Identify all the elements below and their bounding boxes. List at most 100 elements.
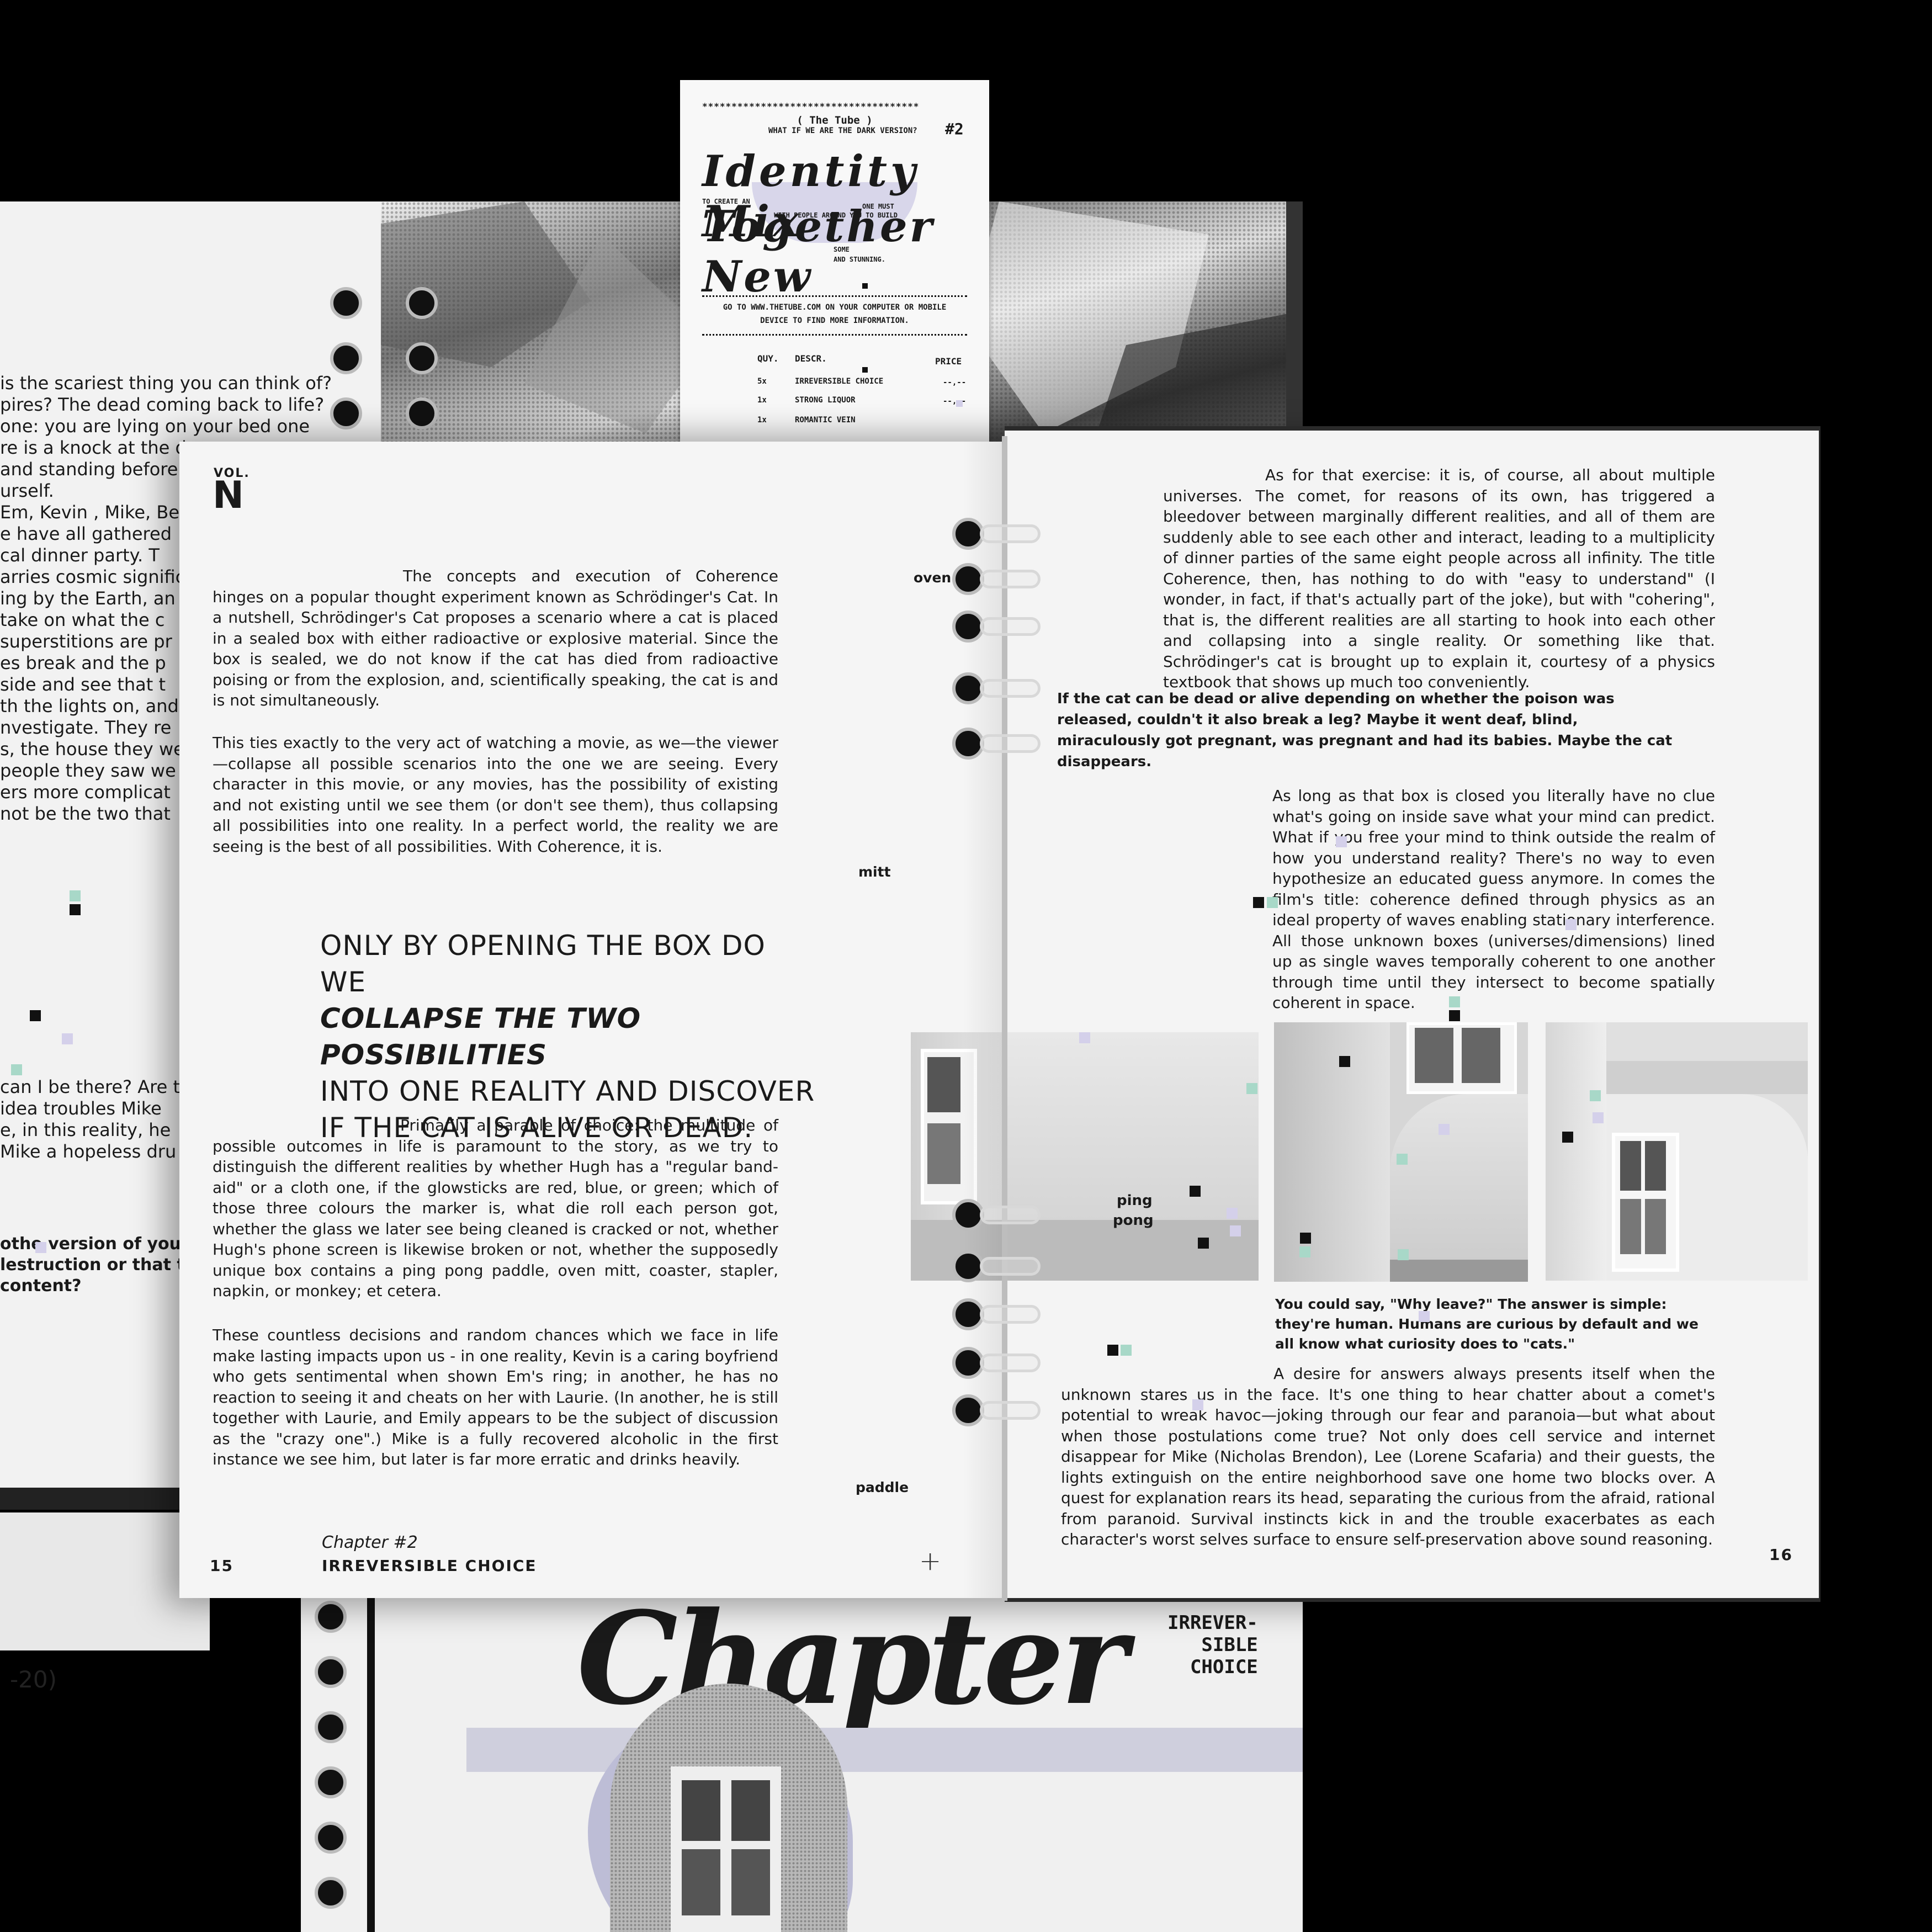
- pixel-accent: [1267, 897, 1278, 908]
- page15-para4: These countless decisions and random cha…: [213, 1326, 778, 1468]
- pixel-accent: [1299, 1246, 1310, 1257]
- left-book-line: is the scariest thing you can think of?: [0, 373, 332, 394]
- pixel-accent: [1246, 1083, 1257, 1094]
- receipt-small5: AND STUNNING.: [834, 256, 885, 263]
- margin-note-paddle: paddle: [856, 1479, 909, 1495]
- pixel-accent: [1398, 1249, 1409, 1260]
- receipt-question: WHAT IF WE ARE THE DARK VERSION?: [768, 126, 917, 135]
- pull-quote-line: COLLAPSE THE TWO POSSIBILITIES: [320, 1002, 641, 1071]
- receipt-row-qty: 1x: [757, 396, 767, 405]
- pull-quote-line: ONLY BY OPENING THE BOX DO WE: [320, 930, 766, 998]
- spine-clip: [980, 679, 1041, 698]
- left-book-line: one: you are lying on your bed one: [0, 416, 310, 437]
- pixel-accent: [1079, 1032, 1090, 1043]
- lower-book-band: [466, 1728, 1303, 1772]
- pixel-accent: [1439, 1124, 1450, 1135]
- spine-clip: [980, 1305, 1041, 1324]
- pixel-accent: [1198, 1238, 1209, 1249]
- lower-ring: [315, 1766, 347, 1798]
- pixel-accent: [1562, 1132, 1573, 1143]
- spine-clip: [980, 1401, 1041, 1420]
- receipt-header-descr: DESCR.: [795, 353, 827, 364]
- receipt-divider: [702, 334, 967, 336]
- receipt-pixel: [862, 367, 868, 373]
- spine-line: [1002, 436, 1007, 1601]
- margin-note-ping: ping: [1117, 1192, 1153, 1209]
- pixel-accent: [1590, 1090, 1601, 1101]
- left-book-line: pires? The dead coming back to life?: [0, 394, 325, 415]
- pixel-accent: [1121, 1345, 1132, 1356]
- receipt-row-desc: IRREVERSIBLE CHOICE: [795, 377, 884, 386]
- spine-clip: [980, 570, 1041, 588]
- back-ring: [406, 287, 438, 319]
- pull-quote: ONLY BY OPENING THE BOX DO WE COLLAPSE T…: [320, 927, 817, 1146]
- window-photo-3: [1546, 1022, 1808, 1281]
- lower-ring: [315, 1877, 347, 1909]
- receipt-row-qty: 5x: [757, 377, 767, 386]
- back-ring: [406, 397, 438, 429]
- pixel-accent: [1227, 1208, 1238, 1219]
- pixel-accent: [62, 1033, 73, 1044]
- page-number-16: 16: [1769, 1546, 1793, 1564]
- receipt-row-price: --,--: [943, 378, 967, 387]
- page-number-15: 15: [210, 1557, 233, 1575]
- back-ring: [330, 342, 362, 374]
- receipt-small3: WITH PEOPLE AROUND YOU TO BUILD: [774, 211, 898, 219]
- pixel-accent: [1230, 1225, 1241, 1236]
- spine-clip: [980, 734, 1041, 753]
- pixel-accent: [1107, 1345, 1118, 1356]
- page16-bold2: You could say, "Why leave?" The answer i…: [1275, 1296, 1699, 1352]
- spine-clip: [980, 617, 1041, 636]
- receipt-pixel: [862, 283, 868, 289]
- receipt-title: ( The Tube ): [797, 114, 873, 126]
- lower-ring: [315, 1656, 347, 1688]
- lower-book-side-label: IRREVER- SIBLE CHOICE: [1167, 1612, 1258, 1678]
- window-photo-2: [1274, 1022, 1528, 1282]
- pixel-accent: [1449, 1010, 1460, 1021]
- pixel-accent: [70, 904, 81, 915]
- receipt-header-qty: QUY.: [757, 353, 779, 364]
- spine-clip: [980, 524, 1041, 543]
- margin-note-mitt: mitt: [858, 864, 891, 880]
- back-ring: [406, 342, 438, 374]
- lower-book-spine-line: [367, 1590, 375, 1932]
- receipt-divider: [702, 295, 967, 297]
- receipt-pixel: [956, 400, 963, 407]
- page-15: VOL. N The concepts and execution of Coh…: [179, 442, 1005, 1598]
- pixel-accent: [1339, 1056, 1350, 1067]
- receipt-small2: ONE MUST: [862, 203, 894, 210]
- pixel-accent: [1253, 897, 1264, 908]
- receipt-stars: *************************************: [702, 101, 920, 112]
- lower-book-page: Chapter IRREVER- SIBLE CHOICE: [301, 1590, 1303, 1932]
- receipt-small1: TO CREATE AN: [702, 198, 750, 205]
- receipt-number: #2: [945, 120, 964, 138]
- page15-para1: The concepts and execution of Coherence …: [213, 567, 778, 709]
- lower-ring: [315, 1711, 347, 1743]
- page16-para1: As for that exercise: it is, of course, …: [1163, 466, 1715, 691]
- spine-clip: [980, 1257, 1041, 1276]
- pixel-accent: [35, 1242, 46, 1253]
- pixel-accent: [1300, 1233, 1311, 1244]
- pixel-accent: [11, 1064, 22, 1075]
- page15-para3: Primarily a parable of choice: the multi…: [213, 1116, 778, 1300]
- chapter-label: Chapter #2: [322, 1533, 418, 1552]
- spine-clip: [980, 1206, 1041, 1224]
- spine-clip: [980, 1354, 1041, 1372]
- back-spread-edge: [1286, 201, 1303, 461]
- receipt-info: GO TO WWW.THETUBE.COM ON YOUR COMPUTER O…: [723, 303, 947, 325]
- receipt-small4: SOME: [834, 246, 850, 253]
- margin-note-oven: oven: [914, 570, 952, 586]
- receipt-row-desc: ROMANTIC VEIN: [795, 416, 856, 424]
- pixel-accent: [70, 890, 81, 901]
- page-16: As for that exercise: it is, of course, …: [1005, 431, 1819, 1598]
- plus-mark: +: [919, 1546, 942, 1577]
- pull-quote-line: INTO ONE REALITY AND DISCOVER: [320, 1075, 815, 1107]
- margin-note-pong: pong: [1113, 1212, 1154, 1229]
- receipt: ************************************* ( …: [680, 80, 989, 444]
- chapter-title: IRREVERSIBLE CHOICE: [322, 1557, 537, 1575]
- page15-para2: This ties exactly to the very act of wat…: [213, 734, 778, 856]
- left-book-page-ref: -20): [10, 1666, 57, 1693]
- page16-para2: As long as that box is closed you litera…: [1272, 787, 1715, 1012]
- page16-bold1: If the cat can be dead or alive dependin…: [1057, 691, 1673, 770]
- back-ring: [330, 287, 362, 319]
